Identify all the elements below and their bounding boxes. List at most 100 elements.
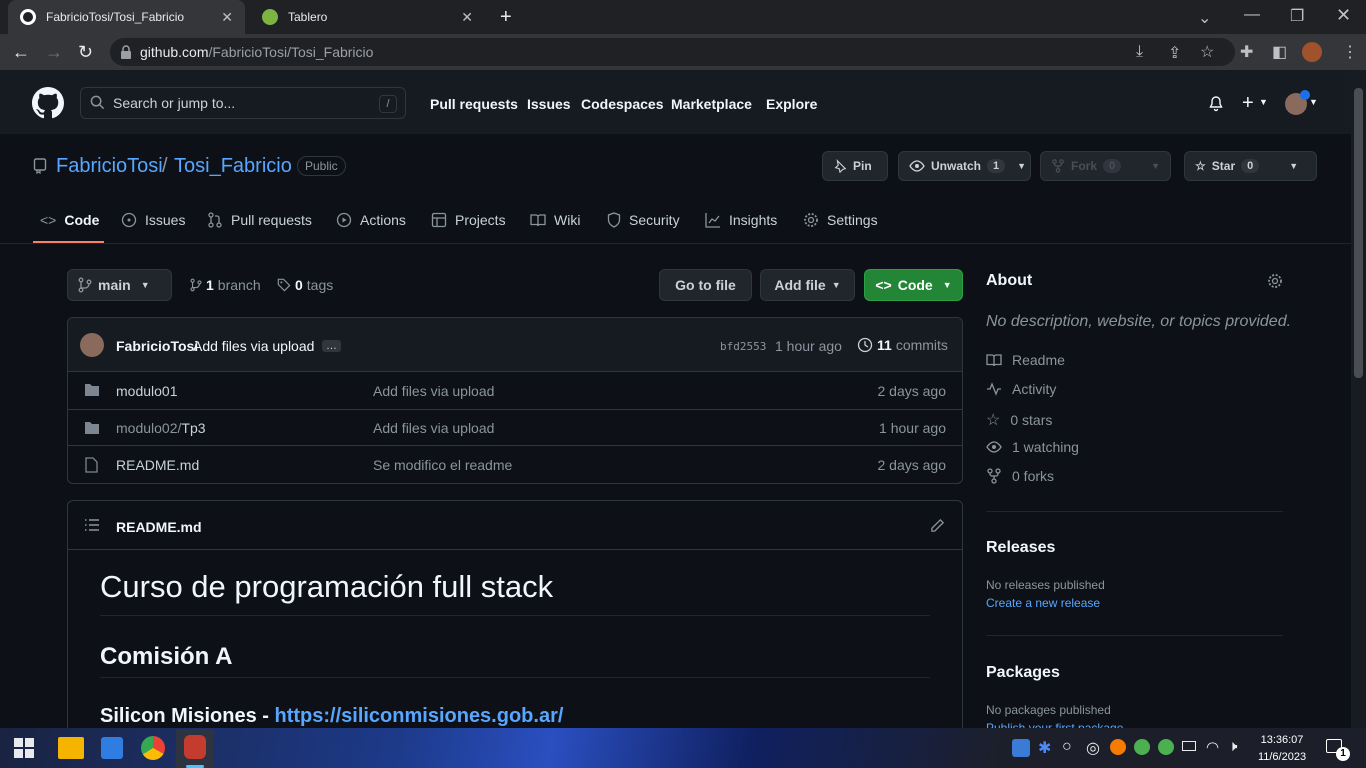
- file-commit-message[interactable]: Add files via upload: [373, 383, 494, 399]
- forward-icon[interactable]: →: [45, 42, 63, 63]
- back-icon[interactable]: ←: [12, 42, 30, 63]
- tab-search-icon[interactable]: ⌄: [1198, 8, 1211, 28]
- sidebar-item-activity[interactable]: Activity: [986, 381, 1056, 397]
- repo-owner-link[interactable]: FabricioTosi: [56, 155, 163, 178]
- tab-settings[interactable]: Settings: [803, 212, 878, 228]
- close-tab-icon[interactable]: ✕: [461, 9, 473, 26]
- readme-h3-link[interactable]: https://siliconmisiones.gob.ar/: [274, 705, 563, 727]
- code-button[interactable]: <> Code ▼: [864, 269, 963, 301]
- table-row[interactable]: README.md Se modifico el readme 2 days a…: [68, 446, 962, 483]
- unwatch-button[interactable]: Unwatch 1 ▼: [898, 151, 1031, 181]
- commit-sha[interactable]: bfd2553: [720, 340, 766, 353]
- tab-issues[interactable]: Issues: [121, 212, 185, 228]
- windows-start-icon[interactable]: [14, 738, 34, 758]
- commit-expand-button[interactable]: …: [322, 340, 341, 352]
- branches-link[interactable]: 1 branch: [190, 277, 261, 293]
- file-name[interactable]: README.md: [116, 457, 199, 473]
- sidebar-divider: [986, 635, 1283, 636]
- taskbar-clock[interactable]: 13:36:07 11/6/2023: [1252, 732, 1312, 766]
- volume-muted-icon[interactable]: 🕨: [1228, 738, 1237, 755]
- nav-codespaces[interactable]: Codespaces: [581, 96, 663, 112]
- install-app-icon[interactable]: ⤓: [1136, 43, 1143, 61]
- chrome-profile-avatar[interactable]: [1302, 42, 1322, 62]
- table-row[interactable]: modulo01 Add files via upload 2 days ago: [68, 372, 962, 409]
- add-file-button[interactable]: Add file ▼: [760, 269, 855, 301]
- create-release-link[interactable]: Create a new release: [986, 596, 1100, 610]
- chrome-icon[interactable]: [141, 736, 165, 760]
- tab-wiki[interactable]: Wiki: [530, 212, 580, 228]
- tab-pull-requests[interactable]: Pull requests: [207, 212, 312, 228]
- chrome-menu-icon[interactable]: ⋮: [1342, 42, 1358, 62]
- file-commit-message[interactable]: Se modifico el readme: [373, 457, 512, 473]
- tab-code[interactable]: <> Code: [40, 212, 99, 228]
- nav-explore[interactable]: Explore: [766, 96, 817, 112]
- tray-orange-icon[interactable]: [1110, 739, 1126, 755]
- github-logo-icon[interactable]: [32, 87, 64, 119]
- scrollbar-thumb[interactable]: [1354, 88, 1363, 378]
- commit-author-avatar[interactable]: [80, 333, 104, 357]
- gear-icon[interactable]: [1267, 273, 1283, 289]
- go-to-file-button[interactable]: Go to file: [659, 269, 752, 301]
- tab-projects[interactable]: Projects: [431, 212, 506, 228]
- commit-count: 11: [877, 337, 892, 353]
- sidebar-item-forks[interactable]: 0 forks: [986, 468, 1054, 484]
- extensions-icon[interactable]: ✚: [1240, 42, 1253, 62]
- tab-actions[interactable]: Actions: [336, 212, 406, 228]
- address-bar[interactable]: github.com/FabricioTosi/Tosi_Fabricio: [110, 38, 1235, 66]
- chevron-down-icon[interactable]: ▼: [1259, 97, 1268, 107]
- bluetooth-icon[interactable]: ✱: [1038, 738, 1051, 758]
- create-new-plus-icon[interactable]: +: [1242, 92, 1254, 115]
- sidebar-item-readme[interactable]: Readme: [986, 352, 1065, 368]
- side-panel-icon[interactable]: ◧: [1272, 42, 1287, 62]
- minimize-icon[interactable]: —: [1244, 6, 1260, 24]
- file-commit-message[interactable]: Add files via upload: [373, 420, 494, 436]
- reload-icon[interactable]: ↻: [78, 42, 93, 63]
- new-tab-icon[interactable]: +: [500, 6, 512, 29]
- tray-app-icon[interactable]: [1012, 739, 1030, 757]
- close-window-icon[interactable]: ✕: [1336, 5, 1351, 26]
- file-explorer-icon[interactable]: [58, 737, 84, 759]
- store-icon[interactable]: [101, 737, 123, 759]
- tags-link[interactable]: 0 tags: [277, 277, 333, 293]
- file-name[interactable]: modulo01: [116, 383, 178, 399]
- active-app-highlight[interactable]: [176, 729, 214, 768]
- nav-issues[interactable]: Issues: [527, 96, 571, 112]
- tab-security[interactable]: Security: [607, 212, 680, 228]
- commits-link[interactable]: 11 commits: [857, 337, 948, 353]
- browser-tab-tablero[interactable]: Tablero ✕: [250, 0, 485, 34]
- lock-icon[interactable]: [120, 45, 132, 59]
- packages-title[interactable]: Packages: [986, 664, 1060, 682]
- tray-utorrent2-icon[interactable]: [1158, 739, 1174, 755]
- browser-tab-github[interactable]: FabricioTosi/Tosi_Fabricio ✕: [8, 0, 245, 34]
- list-unordered-icon[interactable]: [84, 518, 100, 532]
- close-tab-icon[interactable]: ✕: [221, 9, 233, 26]
- commit-message[interactable]: Add files via upload: [193, 338, 314, 354]
- fork-button[interactable]: Fork 0 ▼: [1040, 151, 1171, 181]
- branch-selector[interactable]: main ▼: [67, 269, 172, 301]
- page-scrollbar[interactable]: [1351, 70, 1366, 728]
- tray-utorrent-icon[interactable]: [1134, 739, 1150, 755]
- search-input[interactable]: Search or jump to... /: [80, 87, 406, 119]
- table-row[interactable]: modulo02/Tp3 Add files via upload 1 hour…: [68, 410, 962, 445]
- star-button[interactable]: ☆ Star 0 ▼: [1184, 151, 1317, 181]
- tray-circle-icon[interactable]: ○: [1062, 738, 1072, 756]
- repo-name-link[interactable]: Tosi_Fabricio: [174, 155, 292, 178]
- nav-pull-requests[interactable]: Pull requests: [430, 96, 518, 112]
- file-name-path[interactable]: modulo02/Tp3: [116, 420, 206, 436]
- share-icon[interactable]: ⇪: [1168, 43, 1181, 63]
- tab-insights[interactable]: Insights: [705, 212, 777, 228]
- pin-button[interactable]: Pin: [822, 151, 888, 181]
- pencil-edit-icon[interactable]: [930, 518, 945, 533]
- sidebar-item-watching[interactable]: 1 watching: [986, 439, 1079, 455]
- restore-icon[interactable]: ❐: [1290, 6, 1304, 26]
- bookmark-star-icon[interactable]: ☆: [1200, 42, 1214, 62]
- wifi-icon[interactable]: ◠: [1206, 738, 1219, 756]
- commit-author[interactable]: FabricioTosi: [116, 338, 198, 354]
- battery-icon[interactable]: [1182, 741, 1196, 751]
- releases-title[interactable]: Releases: [986, 539, 1055, 557]
- tray-sync-icon[interactable]: ◎: [1086, 738, 1100, 758]
- notifications-bell-icon[interactable]: [1208, 96, 1224, 112]
- chevron-down-icon[interactable]: ▼: [1309, 97, 1318, 107]
- sidebar-item-stars[interactable]: ☆ 0 stars: [986, 410, 1052, 430]
- nav-marketplace[interactable]: Marketplace: [671, 96, 752, 112]
